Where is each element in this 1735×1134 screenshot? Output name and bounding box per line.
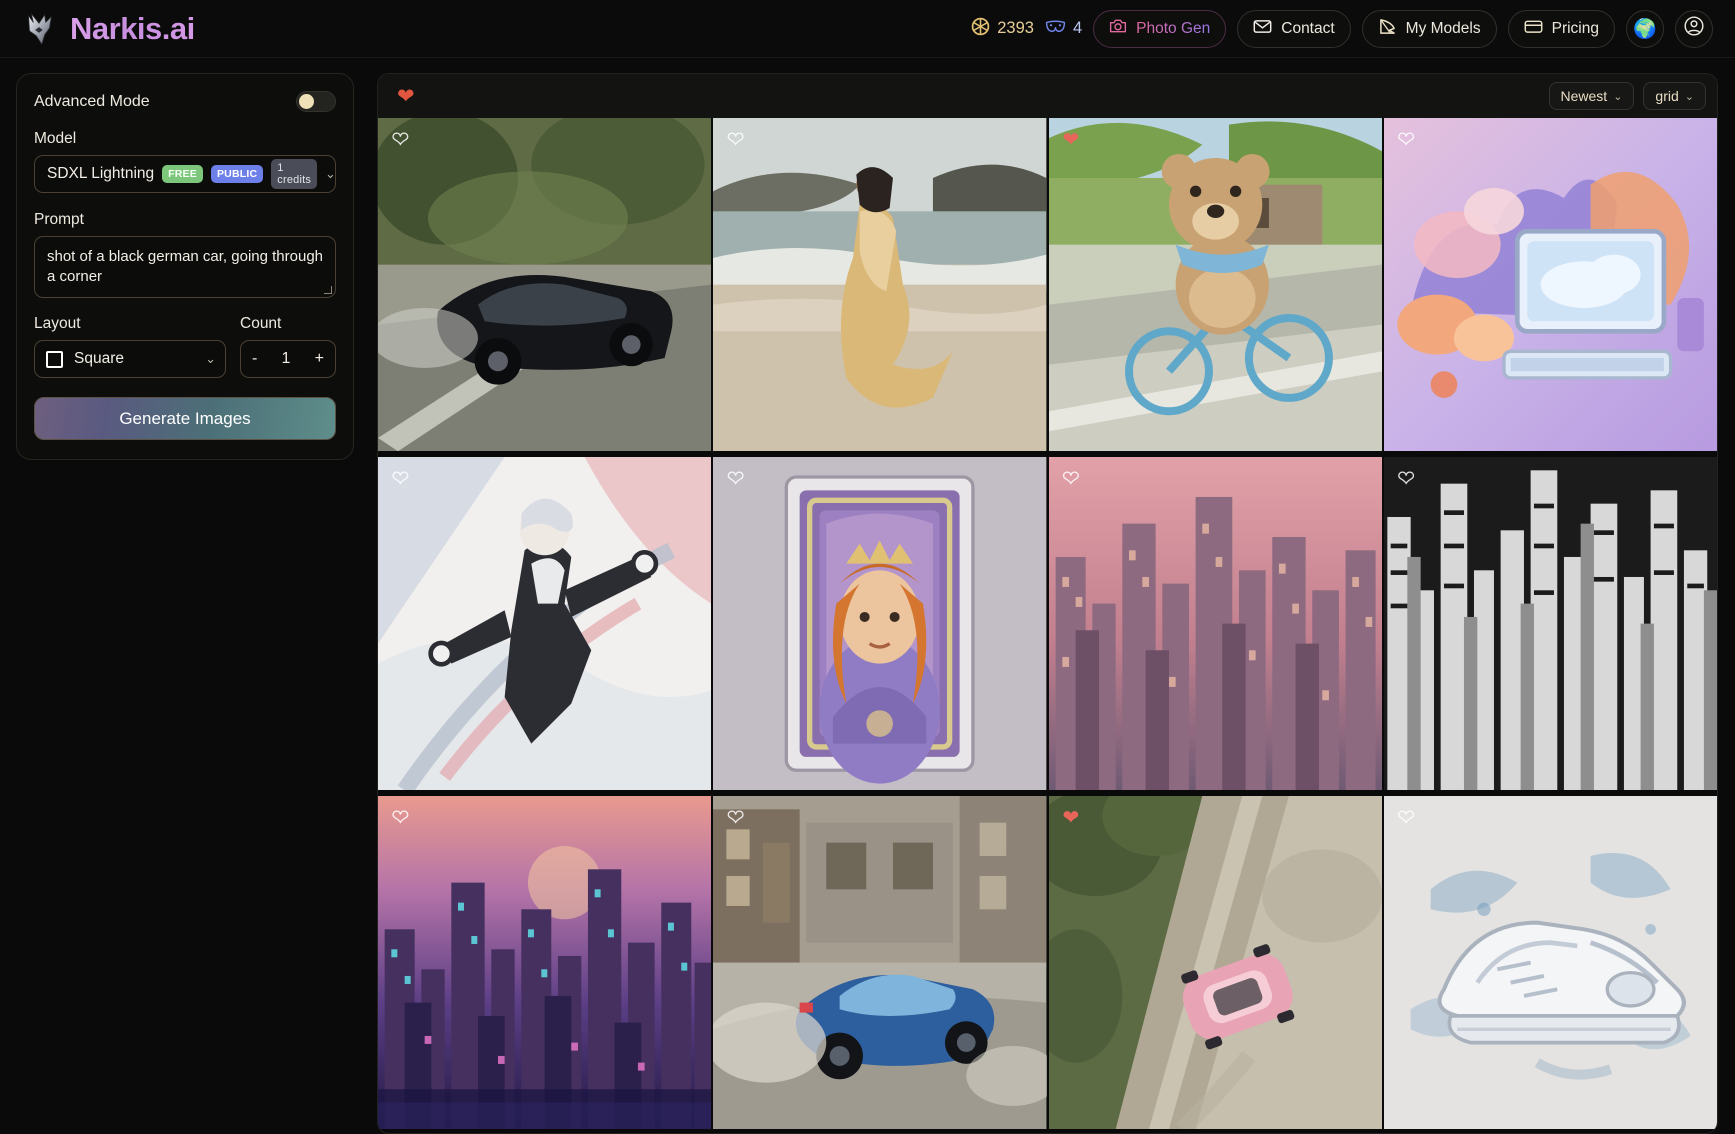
model-pose-icon <box>1378 18 1397 40</box>
app-header: Narkis.ai 2393 4 Photo Gen Contact My Mo… <box>0 0 1735 58</box>
globe-icon: 🌍 <box>1633 18 1657 40</box>
count-label: Count <box>240 315 282 332</box>
gallery-tile[interactable]: ❤ <box>713 118 1047 455</box>
credits-value: 2393 <box>997 19 1034 37</box>
view-mode-value: grid <box>1655 88 1679 104</box>
nav-pricing-label: Pricing <box>1551 19 1599 37</box>
generation-sidebar: Advanced Mode Model SDXL Lightning FREE … <box>0 58 371 1134</box>
gallery-controls: Newest ⌄ grid ⌄ <box>1548 82 1706 110</box>
sort-value: Newest <box>1560 88 1608 104</box>
brand-name: Narkis.ai <box>70 10 195 46</box>
sort-dropdown[interactable]: Newest ⌄ <box>1548 82 1635 110</box>
generate-images-label: Generate Images <box>119 408 251 428</box>
gallery-tile[interactable]: ❤ <box>1383 457 1717 794</box>
layout-label: Layout <box>34 315 81 332</box>
gallery-panel: ❤ Newest ⌄ grid ⌄ ❤ ❤ ❤ ❤ ❤ ❤ ❤ ❤ ❤ ❤ ❤ … <box>377 73 1718 1134</box>
count-value: 1 <box>281 350 291 367</box>
nav-contact-label: Contact <box>1281 19 1335 37</box>
layout-group: Layout Square ⌄ <box>34 315 226 378</box>
count-increment-button[interactable]: + <box>315 350 324 368</box>
model-select[interactable]: SDXL Lightning FREE PUBLIC 1 credits ⌄ <box>34 155 336 193</box>
header-actions: 2393 4 Photo Gen Contact My Models Prici… <box>971 9 1713 48</box>
advanced-mode-row: Advanced Mode <box>34 91 336 112</box>
gallery-tile[interactable]: ❤ <box>1383 118 1717 455</box>
nav-my-models-label: My Models <box>1405 19 1481 37</box>
square-icon <box>46 350 63 368</box>
image-grid: ❤ ❤ ❤ ❤ ❤ ❤ ❤ ❤ ❤ ❤ ❤ ❤ <box>378 118 1717 1133</box>
chevron-down-icon: ⌄ <box>205 351 216 366</box>
favorite-toggle-icon[interactable]: ❤ <box>1397 129 1415 150</box>
favorites-filter-button[interactable]: ❤ <box>397 86 415 107</box>
badge-credits: 1 credits <box>271 159 318 189</box>
favorite-toggle-icon[interactable]: ❤ <box>1063 808 1080 828</box>
gallery-tile[interactable]: ❤ <box>713 457 1047 794</box>
favorite-toggle-icon[interactable]: ❤ <box>727 468 745 489</box>
layout-value: Square <box>74 350 124 367</box>
model-label: Model <box>34 130 77 147</box>
chevron-down-icon: ⌄ <box>1684 90 1694 103</box>
credit-card-icon <box>1524 19 1543 39</box>
gallery-tile[interactable]: ❤ <box>378 796 712 1133</box>
favorite-toggle-icon[interactable]: ❤ <box>1063 130 1080 150</box>
nav-photo-gen[interactable]: Photo Gen <box>1093 9 1227 48</box>
language-button[interactable]: 🌍 <box>1626 9 1664 48</box>
layout-count-row: Layout Square ⌄ Count - 1 + <box>34 315 336 378</box>
generate-images-button[interactable]: Generate Images <box>34 397 336 440</box>
user-circle-icon <box>1683 15 1705 43</box>
models-stat: 4 <box>1045 18 1082 40</box>
model-value: SDXL Lightning <box>47 165 155 182</box>
favorite-toggle-icon[interactable]: ❤ <box>1397 807 1415 828</box>
nav-contact[interactable]: Contact <box>1237 9 1351 48</box>
favorite-toggle-icon[interactable]: ❤ <box>391 807 409 828</box>
favorite-toggle-icon[interactable]: ❤ <box>727 129 745 150</box>
gallery-toolbar: ❤ Newest ⌄ grid ⌄ <box>378 74 1717 118</box>
resize-handle[interactable] <box>324 286 332 294</box>
brand[interactable]: Narkis.ai <box>20 10 195 48</box>
favorite-toggle-icon[interactable]: ❤ <box>391 468 409 489</box>
layout-select[interactable]: Square ⌄ <box>34 340 226 378</box>
gallery-area: ❤ Newest ⌄ grid ⌄ ❤ ❤ ❤ ❤ ❤ ❤ ❤ ❤ ❤ ❤ ❤ … <box>371 58 1735 1134</box>
account-button[interactable] <box>1675 9 1713 48</box>
count-group: Count - 1 + <box>240 315 336 378</box>
badge-free: FREE <box>162 165 203 183</box>
toggle-knob <box>299 94 314 109</box>
favorite-toggle-icon[interactable]: ❤ <box>391 129 409 150</box>
gallery-tile[interactable]: ❤ <box>378 457 712 794</box>
chevron-down-icon: ⌄ <box>1613 90 1623 103</box>
view-mode-dropdown[interactable]: grid ⌄ <box>1643 82 1706 110</box>
nav-pricing[interactable]: Pricing <box>1507 9 1615 48</box>
gallery-tile[interactable]: ❤ <box>1048 118 1382 455</box>
prompt-label: Prompt <box>34 211 84 228</box>
mask-icon <box>1045 18 1066 40</box>
favorite-toggle-icon[interactable]: ❤ <box>1397 468 1415 489</box>
models-value: 4 <box>1072 19 1083 37</box>
advanced-mode-label: Advanced Mode <box>34 92 150 110</box>
gallery-tile[interactable]: ❤ <box>713 796 1047 1133</box>
advanced-mode-toggle[interactable] <box>296 91 336 112</box>
generation-panel: Advanced Mode Model SDXL Lightning FREE … <box>16 73 354 460</box>
aperture-icon <box>971 17 990 41</box>
count-decrement-button[interactable]: - <box>252 350 257 368</box>
chevron-down-icon: ⌄ <box>325 166 336 181</box>
count-stepper: - 1 + <box>240 340 336 378</box>
app-body: Advanced Mode Model SDXL Lightning FREE … <box>0 58 1735 1134</box>
camera-icon <box>1109 18 1127 39</box>
favorite-toggle-icon[interactable]: ❤ <box>727 807 745 828</box>
envelope-icon <box>1253 19 1272 39</box>
gallery-tile[interactable]: ❤ <box>378 118 712 455</box>
prompt-input[interactable]: shot of a black german car, going throug… <box>34 236 336 298</box>
nav-my-models[interactable]: My Models <box>1361 9 1497 48</box>
nav-photo-gen-label: Photo Gen <box>1136 19 1211 37</box>
wolf-head-icon <box>20 10 58 48</box>
prompt-value: shot of a black german car, going throug… <box>47 248 324 285</box>
credits-stat: 2393 <box>971 17 1034 41</box>
badge-public: PUBLIC <box>210 165 264 183</box>
gallery-tile[interactable]: ❤ <box>1383 796 1717 1133</box>
favorite-toggle-icon[interactable]: ❤ <box>1062 468 1080 489</box>
gallery-tile[interactable]: ❤ <box>1048 457 1382 794</box>
gallery-tile[interactable]: ❤ <box>1048 796 1382 1133</box>
